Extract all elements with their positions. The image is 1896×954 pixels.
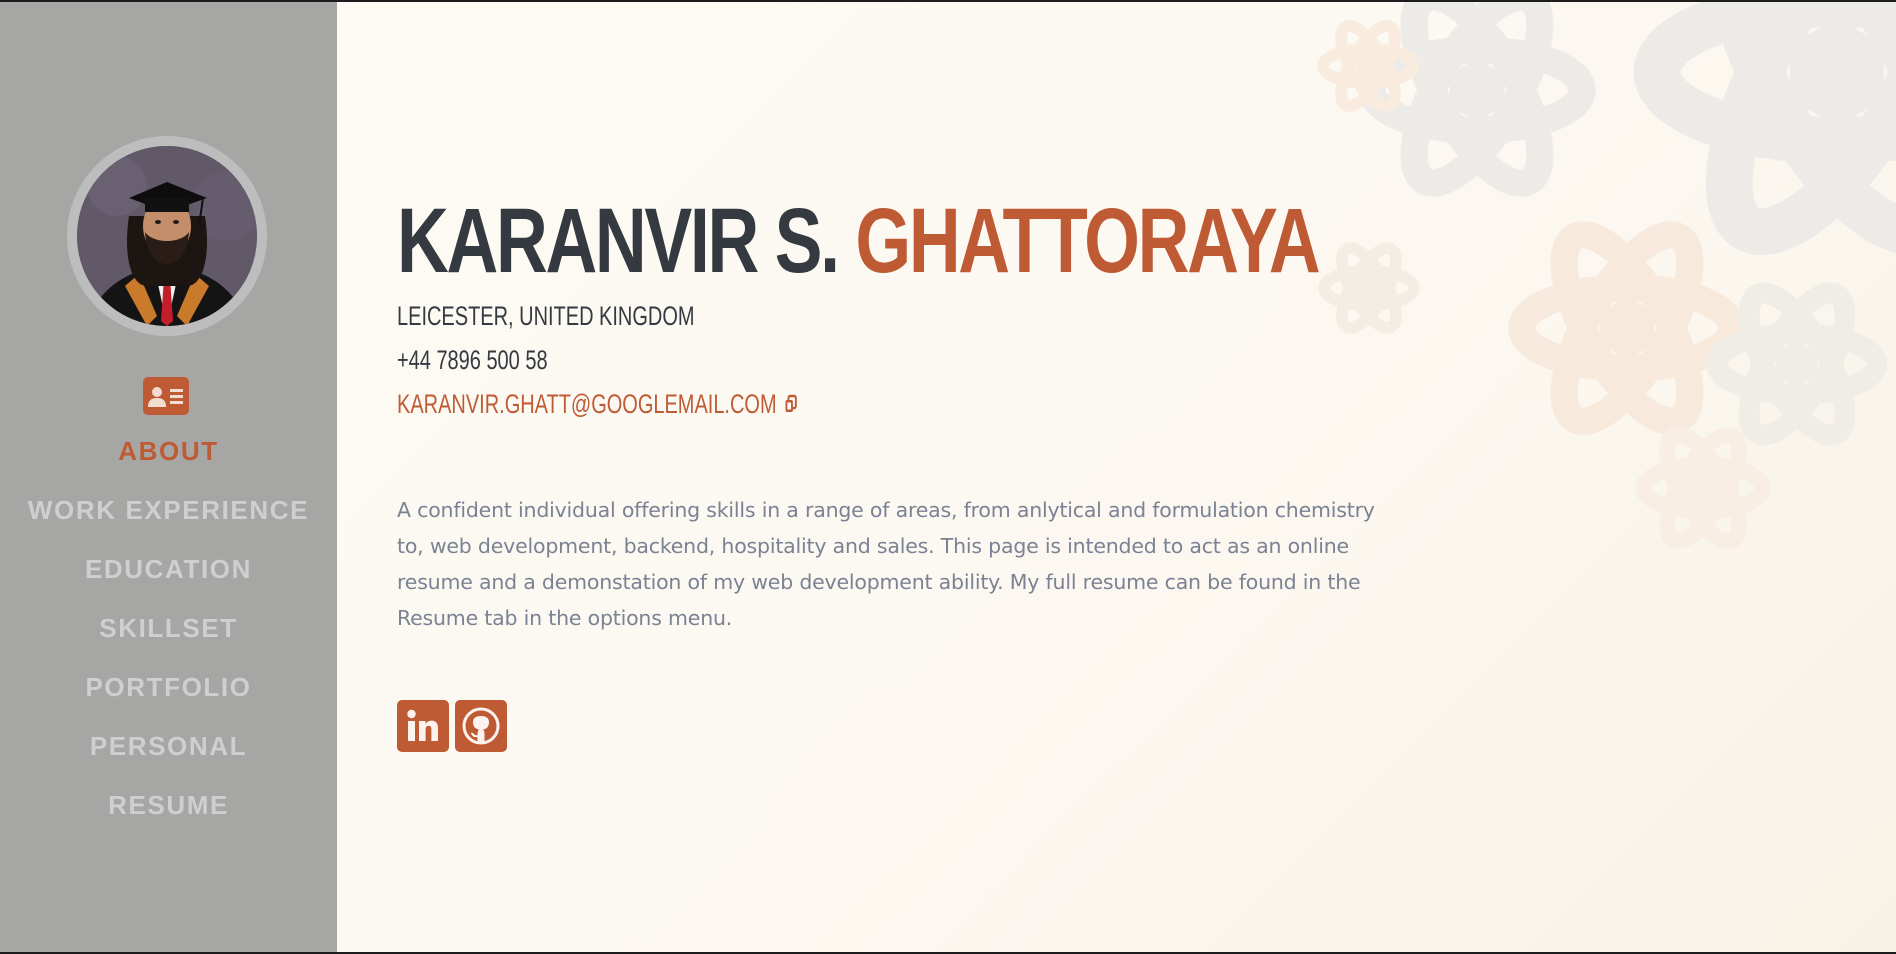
social-links [397,700,1578,752]
phone-text: +44 7896 500 58 [397,345,548,375]
page-frame: ABOUT WORK EXPERIENCE EDUCATION SKILLSET… [0,2,1896,952]
id-card-icon[interactable] [143,377,189,415]
page-title: KARANVIR S. GHATTORAYA [397,188,1321,294]
nav-item-portfolio[interactable]: PORTFOLIO [85,658,251,717]
atom-icon [1657,2,1896,262]
last-name: GHATTORAYA [855,190,1320,292]
github-button[interactable] [455,700,507,752]
email-row: KARANVIR.GHATT@GOOGLEMAIL.COM [397,382,1271,426]
location-text: LEICESTER, UNITED KINGDOM [397,301,695,331]
atom-icon [1643,425,1763,552]
sidebar: ABOUT WORK EXPERIENCE EDUCATION SKILLSET… [0,2,337,952]
atom-icon [1372,2,1582,201]
atom-icon [1717,280,1877,449]
linkedin-button[interactable] [397,700,449,752]
sidebar-nav: ABOUT WORK EXPERIENCE EDUCATION SKILLSET… [0,422,337,835]
nav-item-about[interactable]: ABOUT [118,422,218,481]
bio-paragraph: A confident individual offering skills i… [397,498,1375,630]
nav-item-personal[interactable]: PERSONAL [90,717,247,776]
avatar [67,136,267,336]
about-section: KARANVIR S. GHATTORAYA LEICESTER, UNITED… [397,188,1578,752]
nav-item-resume[interactable]: RESUME [108,776,229,835]
linkedin-icon [407,709,438,741]
nav-item-skillset[interactable]: SKILLSET [99,599,237,658]
profile-photo [77,146,257,326]
graduate-portrait-image [77,146,257,326]
first-name: KARANVIR S. [397,190,840,292]
copy-icon[interactable] [784,394,797,414]
github-icon [462,707,500,745]
nav-item-education[interactable]: EDUCATION [85,540,252,599]
nav-item-work-experience[interactable]: WORK EXPERIENCE [28,481,309,540]
email-link[interactable]: KARANVIR.GHATT@GOOGLEMAIL.COM [397,382,777,426]
main-content: KARANVIR S. GHATTORAYA LEICESTER, UNITED… [337,2,1896,952]
